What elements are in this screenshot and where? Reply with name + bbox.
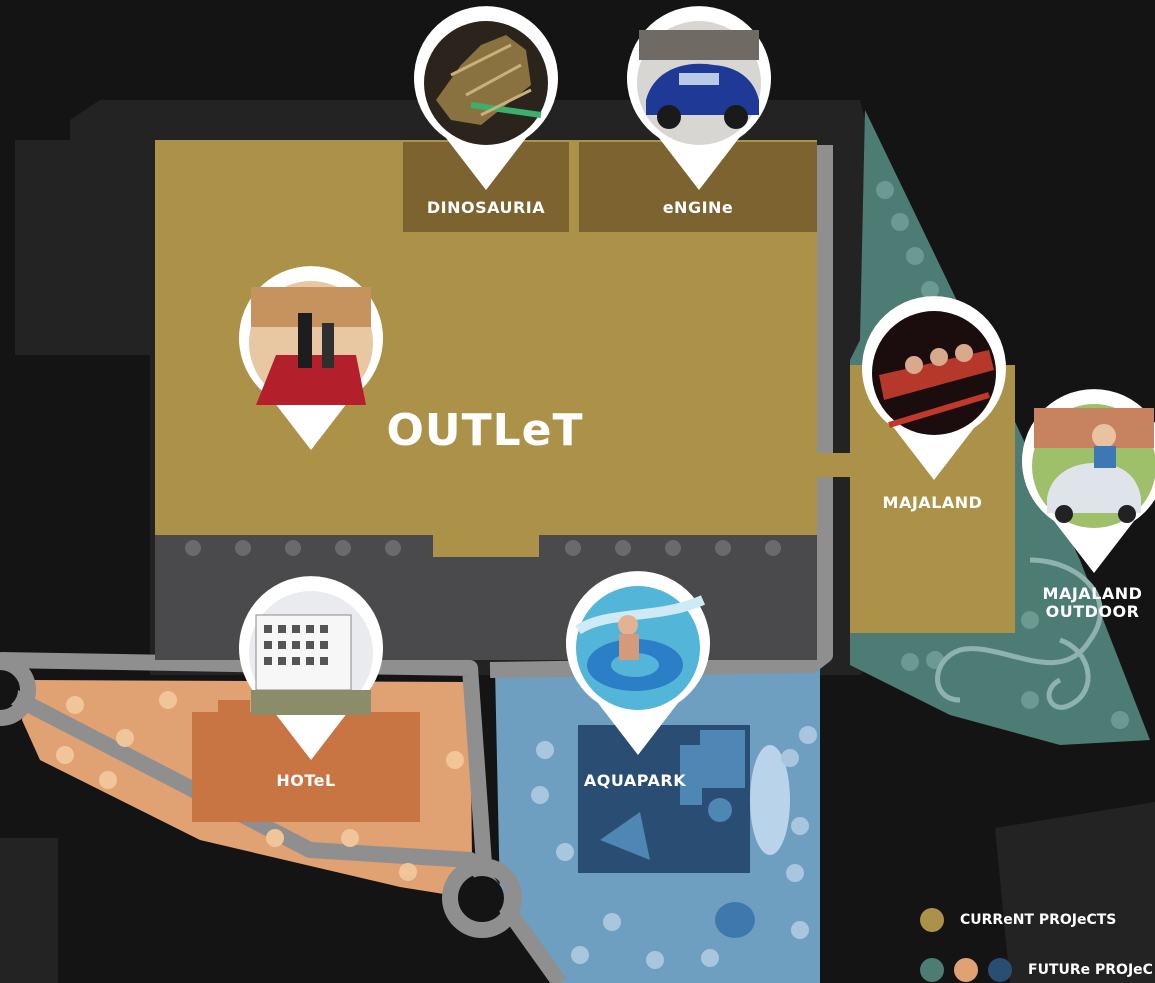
pin-hotel[interactable] <box>235 575 385 765</box>
dark-building-sw <box>0 838 58 983</box>
legend-future-dot-teal <box>920 958 944 982</box>
legend-current-label: CURReNT PROJeCTS <box>960 912 1117 928</box>
label-majaland-outdoor: MAJALAND OUTDOOR <box>1030 585 1155 621</box>
label-dinosauria: DINOSAURIA <box>426 198 546 217</box>
pin-majaland[interactable] <box>858 295 1008 485</box>
legend-future-dot-blue <box>988 958 1012 982</box>
label-aquapark: AQUAPARK <box>583 771 687 790</box>
label-majaland: MAJALAND <box>882 493 983 512</box>
pin-engine[interactable] <box>623 5 773 195</box>
pin-aquapark[interactable] <box>562 570 712 760</box>
legend-future-dot-orange <box>954 958 978 982</box>
label-majaland-outdoor-line1: MAJALAND <box>1042 584 1143 603</box>
legend-current: CURReNT PROJeCTS <box>920 908 1116 932</box>
dark-building-se <box>995 802 1155 983</box>
label-engine: eNGINe <box>662 198 734 217</box>
site-map <box>0 100 1155 983</box>
legend-future: FUTURe PROJeC <box>920 958 1153 982</box>
label-hotel: HOTeL <box>276 771 336 790</box>
pin-outlet[interactable] <box>235 265 385 455</box>
legend-current-dot <box>920 908 944 932</box>
legend-future-label: FUTURe PROJeC <box>1028 962 1153 978</box>
pin-majaland-outdoor[interactable] <box>1018 388 1155 578</box>
pin-dinosauria[interactable] <box>410 5 560 195</box>
label-outlet: OUTLeT <box>386 405 584 456</box>
label-majaland-outdoor-line2: OUTDOOR <box>1045 602 1140 621</box>
